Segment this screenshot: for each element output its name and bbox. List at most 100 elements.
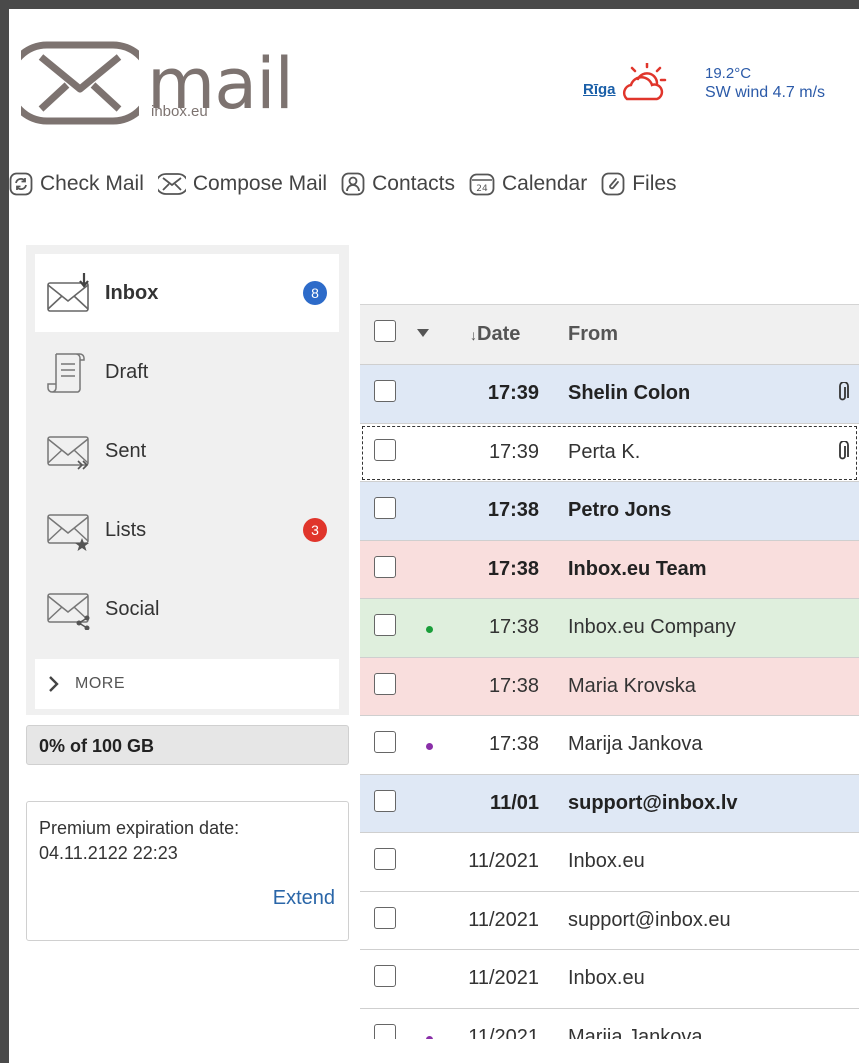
message-checkbox[interactable] xyxy=(374,438,396,461)
inbox-logo[interactable]: mail inbox.eu xyxy=(21,37,294,133)
message-date: 11/2021 xyxy=(468,850,539,872)
inbox-icon xyxy=(47,273,89,312)
folder-social[interactable]: Social xyxy=(35,570,339,648)
message-sender: Maria Krovska xyxy=(568,674,696,697)
contacts-label: Contacts xyxy=(372,172,455,195)
message-sender: Inbox.eu xyxy=(568,850,645,872)
message-sender: Marija Jankova xyxy=(568,733,703,755)
message-date: 11/2021 xyxy=(468,1025,539,1040)
unread-badge: 8 xyxy=(303,281,327,305)
message-row[interactable]: 17:38 Petro Jons xyxy=(360,482,859,541)
label-dot-icon xyxy=(426,743,433,750)
premium-expiration-date: 04.11.2122 22:23 xyxy=(39,843,178,863)
check-mail-button[interactable]: Check Mail xyxy=(9,164,144,204)
message-checkbox[interactable] xyxy=(374,380,396,402)
message-sender: support@inbox.lv xyxy=(568,791,738,814)
contacts-button[interactable]: Contacts xyxy=(341,164,455,204)
message-checkbox[interactable] xyxy=(374,614,396,636)
more-label: MORE xyxy=(75,675,125,692)
message-sender: Perta K. xyxy=(568,440,641,463)
folder-sent[interactable]: Sent xyxy=(35,412,339,490)
message-sender: Shelin Colon xyxy=(568,382,691,404)
message-checkbox[interactable] xyxy=(374,906,396,929)
storage-quota: 0% of 100 GB xyxy=(26,725,349,765)
folder-lists[interactable]: Lists 3 xyxy=(35,491,339,569)
calendar-button[interactable]: 24 Calendar xyxy=(469,164,587,204)
message-checkbox[interactable] xyxy=(374,848,396,870)
message-checkbox[interactable] xyxy=(374,965,396,987)
more-folders-button[interactable]: MORE xyxy=(35,659,339,709)
folder-inbox[interactable]: Inbox 8 xyxy=(35,254,339,332)
chevron-right-icon xyxy=(49,676,59,692)
refresh-icon xyxy=(9,172,33,196)
message-sender: Petro Jons xyxy=(568,499,672,521)
message-checkbox[interactable] xyxy=(374,555,396,578)
label-dot-icon xyxy=(426,626,433,633)
premium-expiration-label: Premium expiration date: xyxy=(39,818,240,838)
lists-icon xyxy=(47,514,89,551)
folder-social-label: Social xyxy=(105,597,160,620)
logo-envelope-icon xyxy=(21,41,139,125)
unread-badge: 3 xyxy=(303,518,327,542)
message-row[interactable]: 11/2021 Inbox.eu xyxy=(360,833,859,892)
message-checkbox[interactable] xyxy=(374,731,396,753)
message-row[interactable]: 11/2021 Inbox.eu xyxy=(360,950,859,1009)
paperclip-icon xyxy=(601,172,625,196)
premium-panel: Premium expiration date: 04.11.2122 22:2… xyxy=(26,801,349,941)
contacts-icon xyxy=(341,172,365,196)
from-column-header[interactable]: From xyxy=(568,323,618,346)
mail-app: mail inbox.eu Rīga 19.2°C SW wind 4.7 m/… xyxy=(9,9,859,1063)
message-row[interactable]: 11/2021 support@inbox.eu xyxy=(360,892,859,950)
check-mail-label: Check Mail xyxy=(40,172,144,195)
attachment-icon xyxy=(839,382,849,401)
message-checkbox[interactable] xyxy=(374,497,396,519)
message-sender: Inbox.eu xyxy=(568,967,645,989)
message-date: 17:39 xyxy=(488,440,539,463)
message-date: 17:38 xyxy=(488,674,539,697)
select-menu-caret-icon[interactable] xyxy=(416,328,430,338)
draft-icon xyxy=(47,353,85,393)
message-date: 17:39 xyxy=(487,382,539,404)
message-date: 17:38 xyxy=(488,616,539,638)
folder-draft[interactable]: Draft xyxy=(35,333,339,411)
select-all-checkbox[interactable] xyxy=(374,320,396,342)
message-sender: Marija Jankova xyxy=(568,1025,703,1040)
message-date: 11/2021 xyxy=(468,908,539,931)
message-checkbox[interactable] xyxy=(374,1023,396,1039)
folder-lists-label: Lists xyxy=(105,518,147,541)
message-row[interactable]: 17:39 Shelin Colon xyxy=(360,365,859,424)
date-column-header[interactable]: ↓Date xyxy=(470,323,520,346)
message-row[interactable]: 17:38 Inbox.eu Company xyxy=(360,599,859,658)
main-toolbar: Check Mail Compose Mail Contacts 24 Cale… xyxy=(9,164,691,204)
message-row[interactable]: 11/01 support@inbox.lv xyxy=(360,774,859,833)
attachment-icon xyxy=(839,440,849,459)
folder-inbox-label: Inbox xyxy=(105,281,159,304)
folder-sent-label: Sent xyxy=(105,439,147,462)
weather-city-link[interactable]: Rīga xyxy=(583,81,616,98)
logo-domain: inbox.eu xyxy=(151,103,208,120)
calendar-label: Calendar xyxy=(501,172,588,195)
message-checkbox[interactable] xyxy=(374,789,396,812)
message-date: 17:38 xyxy=(487,557,539,580)
sent-icon xyxy=(47,436,89,470)
weather-wind: SW wind 4.7 m/s xyxy=(705,84,826,101)
social-icon xyxy=(47,593,90,630)
weather-temperature: 19.2°C xyxy=(705,65,752,82)
message-list-header: ↓Date From xyxy=(360,305,859,365)
message-checkbox[interactable] xyxy=(374,672,396,695)
files-label: Files xyxy=(632,172,677,195)
message-row[interactable]: 11/2021 Marija Jankova xyxy=(360,1009,859,1040)
message-row[interactable]: 17:38 Marija Jankova xyxy=(360,716,859,775)
extend-link[interactable]: Extend xyxy=(273,886,335,911)
message-date: 11/2021 xyxy=(468,967,539,989)
calendar-icon: 24 xyxy=(469,173,495,196)
label-dot-icon xyxy=(426,1035,433,1039)
message-row[interactable]: 17:39 Perta K. xyxy=(360,424,859,482)
compose-mail-button[interactable]: Compose Mail xyxy=(157,164,327,204)
message-row[interactable]: 17:38 Inbox.eu Team xyxy=(360,540,859,599)
message-sender: Inbox.eu Company xyxy=(568,616,736,638)
message-date: 11/01 xyxy=(490,791,539,814)
files-button[interactable]: Files xyxy=(601,164,677,204)
message-row[interactable]: 17:38 Maria Krovska xyxy=(360,657,859,716)
message-rows: 17:39 Shelin Colon 17:39 Perta K. 17:38 Petro… xyxy=(360,365,859,1039)
